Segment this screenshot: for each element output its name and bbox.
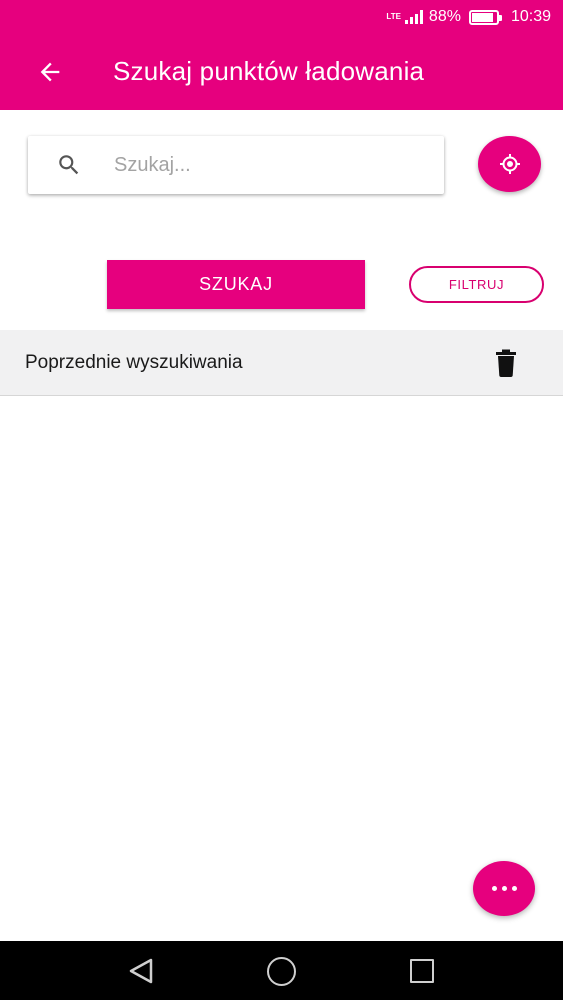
navigation-bar	[0, 941, 563, 1000]
trash-icon[interactable]	[494, 349, 518, 377]
battery-percent: 88%	[428, 8, 461, 25]
previous-searches-label: Poprzednie wyszukiwania	[25, 352, 243, 373]
nav-home-icon[interactable]	[267, 957, 296, 986]
more-horizontal-icon	[491, 886, 497, 891]
more-options-button[interactable]	[473, 861, 535, 916]
search-icon	[59, 155, 79, 175]
previous-searches-header: Poprzednie wyszukiwania	[0, 330, 563, 396]
clock: 10:39	[510, 8, 551, 25]
signal-icon	[404, 10, 423, 24]
app-bar: Szukaj punktów ładowania	[0, 34, 563, 110]
top-bar: LTE 88% 10:39 Szukaj punktów ładowania	[0, 0, 563, 110]
battery-fill	[471, 12, 494, 22]
my-location-icon	[499, 154, 520, 174]
arrow-left-icon[interactable]	[36, 58, 64, 86]
search-box[interactable]	[28, 136, 444, 194]
search-input[interactable]	[114, 144, 424, 186]
search-button[interactable]: SZUKAJ	[107, 260, 365, 309]
status-bar: LTE 88% 10:39	[0, 0, 563, 34]
screen: LTE 88% 10:39 Szukaj punktów ładowania S…	[0, 0, 563, 1000]
filter-button[interactable]: FILTRUJ	[409, 266, 544, 303]
page-title: Szukaj punktów ładowania	[113, 56, 425, 86]
battery-icon	[468, 9, 502, 25]
network-type: LTE	[386, 12, 401, 21]
locate-button[interactable]	[478, 136, 541, 192]
nav-recents-icon[interactable]	[410, 959, 434, 983]
nav-back-icon[interactable]	[127, 958, 155, 984]
